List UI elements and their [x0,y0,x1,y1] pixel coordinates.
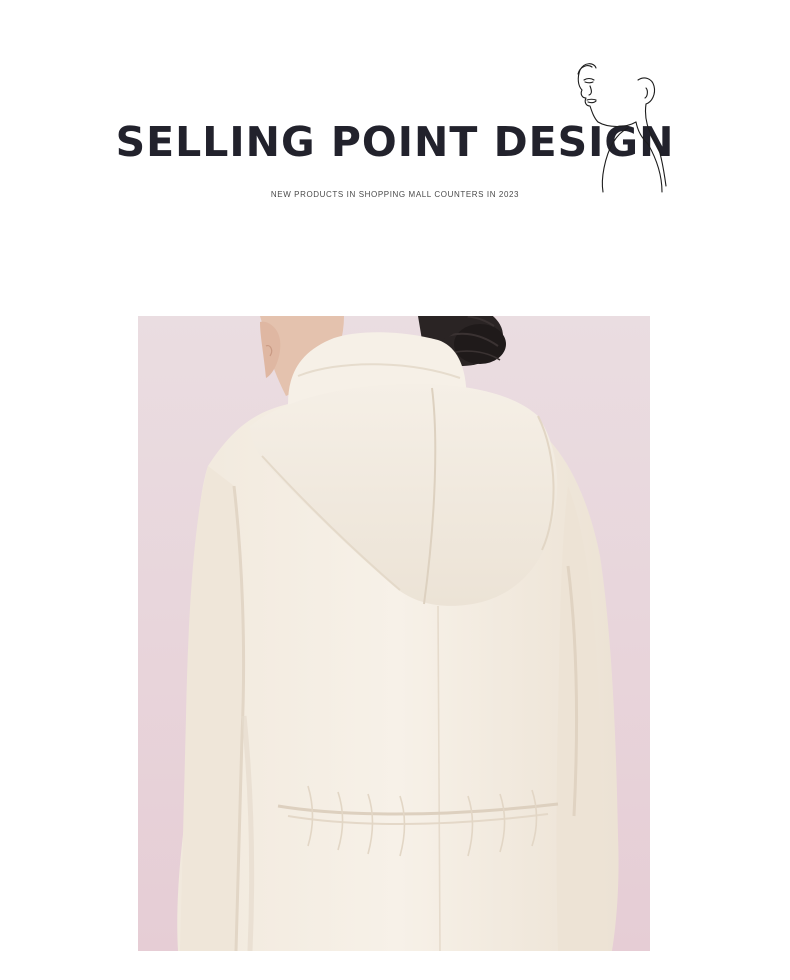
hooded-coat-back-photo [138,316,650,951]
product-photo [138,316,650,951]
section-header: SELLING POINT DESIGN NEW PRODUCTS IN SHO… [0,0,790,240]
face-line-art-icon [577,63,667,193]
